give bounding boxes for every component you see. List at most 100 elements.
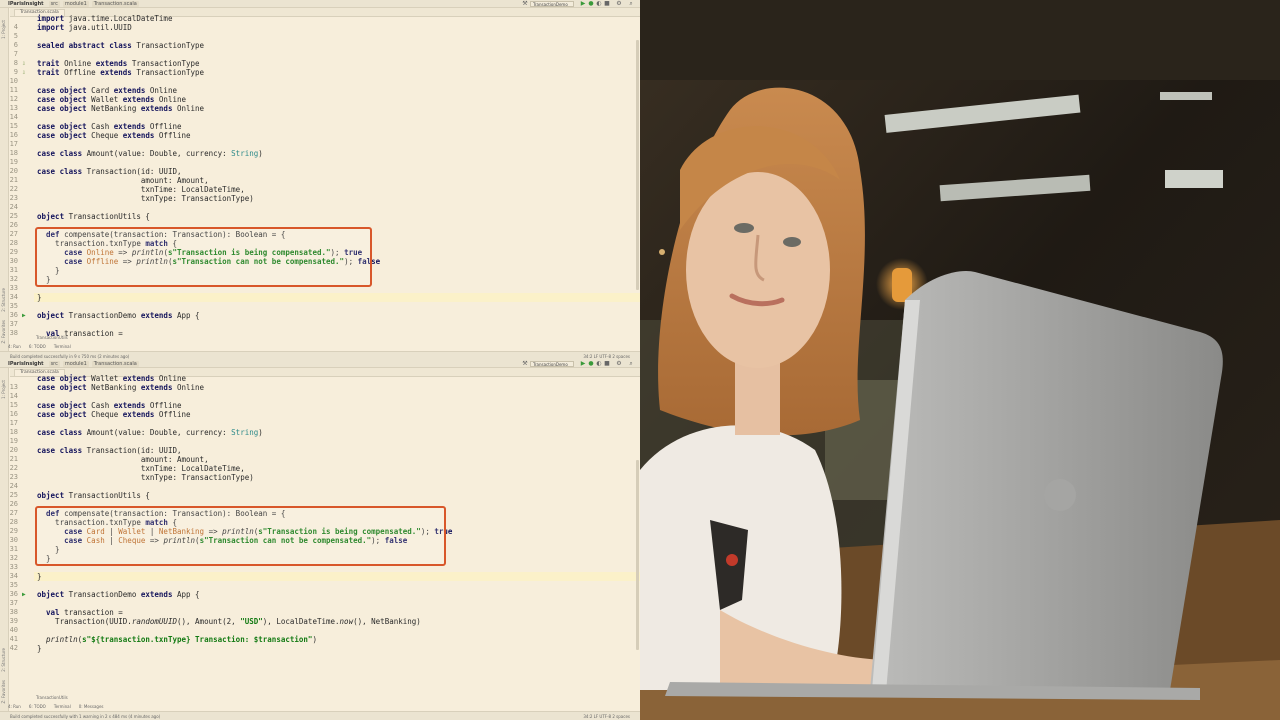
code-line[interactable]: amount: Amount,: [37, 176, 209, 185]
todo-tool-tab[interactable]: 6: TODO: [29, 704, 46, 709]
line-number: 23: [9, 473, 18, 481]
code-line[interactable]: case object Wallet extends Online: [37, 95, 186, 104]
terminal-tool-tab[interactable]: Terminal: [54, 704, 71, 709]
code-line[interactable]: case object Card extends Online: [37, 86, 177, 95]
code-line[interactable]: object TransactionDemo extends App {: [37, 590, 200, 599]
left-tool-strip: 1: Project 2: Structure Z: Favorites: [0, 8, 9, 351]
run-configuration-select[interactable]: TransactionDemo: [530, 361, 574, 367]
run-gutter-icon[interactable]: ▶: [22, 311, 30, 320]
code-line[interactable]: case object Cash extends Offline: [37, 122, 182, 131]
code-line[interactable]: sealed abstract class TransactionType: [37, 41, 204, 50]
build-icon[interactable]: ⚒: [522, 1, 528, 7]
run-tool-tab[interactable]: 4: Run: [8, 344, 21, 349]
code-line[interactable]: import java.time.LocalDateTime: [37, 14, 172, 23]
settings-icon[interactable]: ⚙: [616, 361, 622, 367]
breadcrumb-file[interactable]: Transaction.scala: [91, 1, 139, 7]
code-line[interactable]: case class Amount(value: Double, currenc…: [37, 428, 263, 437]
code-line[interactable]: txnType: TransactionType): [37, 473, 254, 482]
line-number: 6: [13, 41, 18, 49]
cursor-position[interactable]: 34:2 LF UTF-8 2 spaces: [583, 714, 630, 719]
structure-tool-window[interactable]: 2: Structure: [1, 288, 8, 312]
debug-icon[interactable]: ●: [588, 1, 594, 7]
editor-scrollbar[interactable]: [636, 40, 639, 290]
editor-scrollbar[interactable]: [636, 460, 639, 650]
code-line[interactable]: case class Transaction(id: UUID,: [37, 167, 182, 176]
code-line[interactable]: case object NetBanking extends Online: [37, 383, 204, 392]
code-line[interactable]: import java.util.UUID: [37, 23, 132, 32]
code-line[interactable]: println(s"${transaction.txnType} Transac…: [37, 635, 317, 644]
run-configuration-select[interactable]: TransactionDemo: [530, 1, 574, 7]
run-icon[interactable]: ▶: [580, 361, 586, 367]
code-line[interactable]: amount: Amount,: [37, 455, 209, 464]
line-number: 29: [9, 248, 18, 256]
code-line[interactable]: val transaction =: [37, 608, 123, 617]
build-icon[interactable]: ⚒: [522, 361, 528, 367]
breadcrumb-project[interactable]: IParisInsight: [6, 361, 46, 367]
line-number: 24: [9, 203, 18, 211]
debug-icon[interactable]: ●: [588, 361, 594, 367]
favorites-tool-window[interactable]: Z: Favorites: [1, 680, 8, 703]
cursor-position[interactable]: 34:2 LF UTF-8 2 spaces: [583, 354, 630, 359]
status-bar: TransactionUtils 4: Run 6: TODO Terminal…: [0, 335, 640, 360]
code-line[interactable]: case object Cheque extends Offline: [37, 131, 191, 140]
project-tool-window[interactable]: 1: Project: [1, 380, 8, 399]
run-gutter-icon[interactable]: ▶: [22, 590, 30, 599]
line-number: 16: [9, 410, 18, 418]
code-line[interactable]: object TransactionUtils {: [37, 212, 150, 221]
code-line[interactable]: txnType: TransactionType): [37, 194, 254, 203]
code-line[interactable]: txnTime: LocalDateTime,: [37, 185, 245, 194]
code-line[interactable]: }: [37, 572, 42, 581]
stop-icon[interactable]: ■: [604, 361, 610, 367]
current-line-highlight: [34, 293, 640, 302]
code-line[interactable]: }: [37, 644, 42, 653]
code-line[interactable]: case class Transaction(id: UUID,: [37, 446, 182, 455]
implementations-gutter-icon[interactable]: ⇩: [22, 68, 30, 77]
breadcrumb-src[interactable]: src: [48, 1, 60, 7]
stop-icon[interactable]: ■: [604, 1, 610, 7]
breadcrumb-file[interactable]: Transaction.scala: [91, 361, 139, 367]
code-line[interactable]: case class Amount(value: Double, currenc…: [37, 149, 263, 158]
line-number: 22: [9, 464, 18, 472]
breadcrumb-module[interactable]: module1: [62, 1, 89, 7]
coverage-icon[interactable]: ◐: [596, 361, 602, 367]
code-line[interactable]: object TransactionDemo extends App {: [37, 311, 200, 320]
code-line[interactable]: case object Cheque extends Offline: [37, 410, 191, 419]
line-number: 7: [13, 50, 18, 58]
code-line[interactable]: trait Offline extends TransactionType: [37, 68, 204, 77]
terminal-tool-tab[interactable]: Terminal: [54, 344, 71, 349]
favorites-tool-window[interactable]: Z: Favorites: [1, 320, 8, 343]
todo-tool-tab[interactable]: 6: TODO: [29, 344, 46, 349]
code-line[interactable]: case object Cash extends Offline: [37, 401, 182, 410]
line-number: 22: [9, 185, 18, 193]
breadcrumb-src[interactable]: src: [48, 361, 60, 367]
code-line[interactable]: Transaction(UUID.randomUUID(), Amount(2,…: [37, 617, 421, 626]
line-number: 25: [9, 212, 18, 220]
line-number: 15: [9, 122, 18, 130]
implementations-gutter-icon[interactable]: ⇩: [22, 59, 30, 68]
code-line[interactable]: object TransactionUtils {: [37, 491, 150, 500]
ide-window-top: IParisInsight src module1 Transaction.sc…: [0, 0, 640, 360]
run-icon[interactable]: ▶: [580, 1, 586, 7]
line-number: 36: [9, 590, 18, 598]
project-tool-window[interactable]: 1: Project: [1, 20, 8, 39]
breadcrumb-project[interactable]: IParisInsight: [6, 1, 46, 7]
line-number: 30: [9, 536, 18, 544]
search-icon[interactable]: ⌕: [628, 361, 634, 367]
code-line[interactable]: case object NetBanking extends Online: [37, 104, 204, 113]
code-line[interactable]: txnTime: LocalDateTime,: [37, 464, 245, 473]
structure-tool-window[interactable]: 2: Structure: [1, 648, 8, 672]
line-number: 20: [9, 446, 18, 454]
line-number: 41: [9, 635, 18, 643]
line-number: 26: [9, 500, 18, 508]
line-number: 17: [9, 419, 18, 427]
run-tool-tab[interactable]: 4: Run: [8, 704, 21, 709]
messages-tool-tab[interactable]: 0: Messages: [79, 704, 104, 709]
breadcrumb-module[interactable]: module1: [62, 361, 89, 367]
bottom-tool-tabs: 4: Run 6: TODO Terminal 0: Messages: [8, 704, 104, 709]
search-icon[interactable]: ⌕: [628, 1, 634, 7]
code-line[interactable]: trait Online extends TransactionType: [37, 59, 200, 68]
coverage-icon[interactable]: ◐: [596, 1, 602, 7]
code-line[interactable]: case object Wallet extends Online: [37, 374, 186, 383]
settings-icon[interactable]: ⚙: [616, 1, 622, 7]
code-line[interactable]: }: [37, 293, 42, 302]
